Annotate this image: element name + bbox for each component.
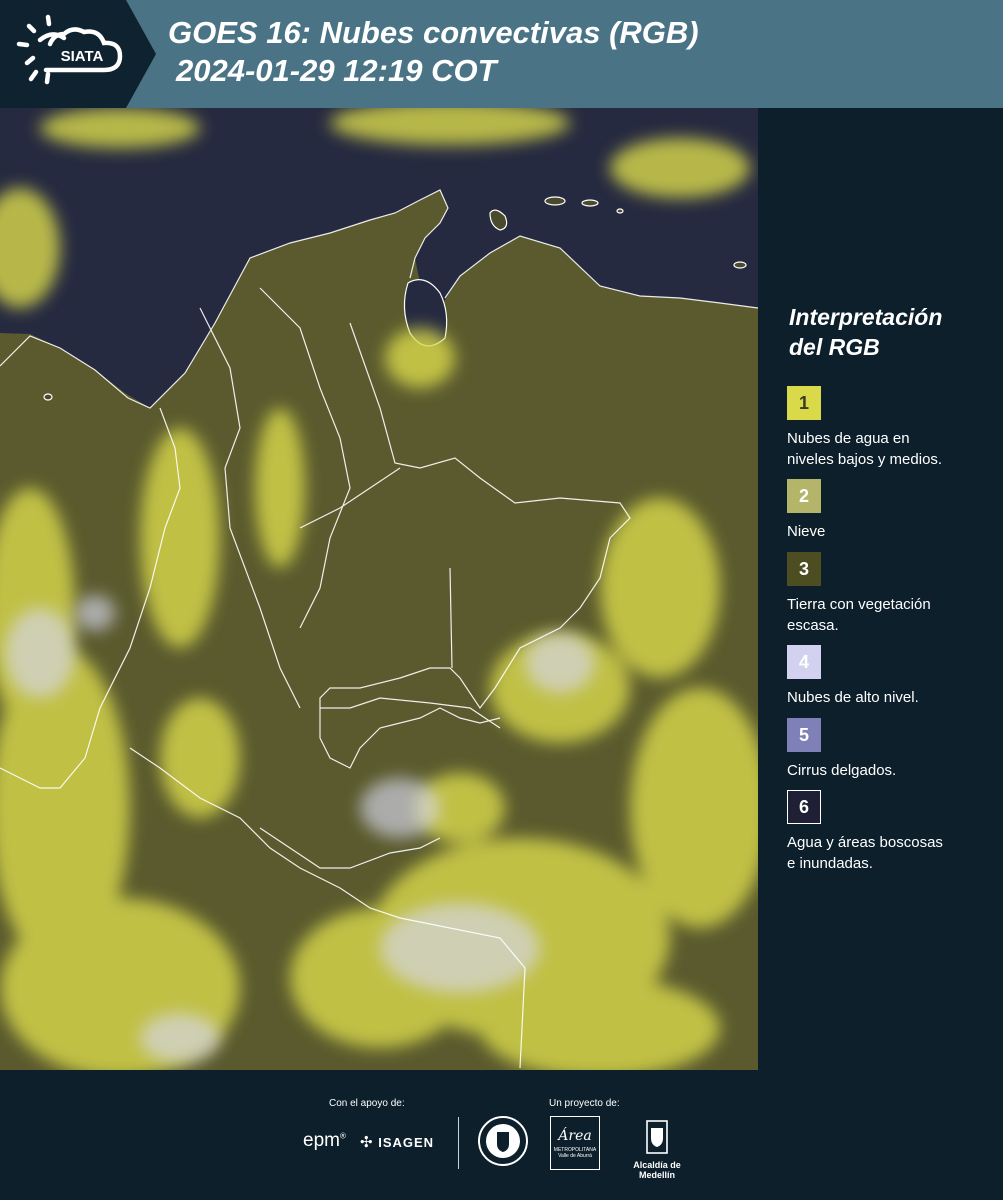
epm-logo-text: epm [303,1130,340,1151]
legend-swatch: 4 [787,645,821,679]
legend-number: 6 [798,796,809,817]
legend-number: 2 [798,485,809,506]
legend-item-2: 2 Nieve [787,479,997,542]
satellite-image [0,108,758,1070]
isagen-logo-text: ISAGEN [378,1135,435,1150]
area-metropolitana-logo: Área METROPOLITANA Valle de Aburrá [550,1116,600,1170]
alcaldia-logo: Alcaldía de Medellín [614,1118,700,1180]
legend-item-4: 4 Nubes de alto nivel. [787,645,997,708]
isagen-mark-icon: ✣ [360,1134,374,1151]
page-title: GOES 16: Nubes convectivas (RGB) 2024-01… [168,14,699,90]
legend-number: 4 [798,651,809,672]
legend-swatch: 2 [787,479,821,513]
satellite-map [0,108,758,1070]
legend-item-3: 3 Tierra con vegetación escasa. [787,552,997,636]
title-line-1: GOES 16: Nubes convectivas (RGB) [168,15,699,50]
legend-label: Nieve [787,521,997,542]
legend-title: Interpretación del RGB [789,302,942,362]
legend-swatch: 5 [787,718,821,752]
legend-number: 3 [798,558,809,579]
legend-swatch: 3 [787,552,821,586]
legend-label: Nubes de alto nivel. [787,687,997,708]
legend-label: Agua y áreas boscosas e inundadas. [787,832,997,874]
epm-logo: epm® [303,1130,346,1151]
legend-number: 1 [798,392,809,413]
logo-text: SIATA [61,48,104,65]
title-timestamp: 2024-01-29 12:19 COT [176,53,497,88]
legend-label-line: Cirrus delgados. [787,762,897,779]
legend-label-line: e inundadas. [787,855,873,872]
legend-item-1: 1 Nubes de agua en niveles bajos y medio… [787,386,997,470]
legend-title-line-2: del RGB [789,334,880,360]
footer: Con el apoyo de: Un proyecto de: epm® ✣ … [0,1070,1003,1200]
legend-swatch: 6 [787,790,821,824]
legend-item-5: 5 Cirrus delgados. [787,718,997,781]
legend-label: Nubes de agua en niveles bajos y medios. [787,428,997,470]
legend-swatch: 1 [787,386,821,420]
alcaldia-logo-text: Alcaldía de Medellín [633,1160,681,1180]
legend-label: Tierra con vegetación escasa. [787,594,997,636]
legend-label-line: Agua y áreas boscosas [787,834,943,851]
rgb-legend: Interpretación del RGB 1 Nubes de agua e… [760,108,1003,1070]
legend-label-line: Nieve [787,523,826,540]
footer-divider [458,1117,459,1169]
siata-logo: SIATA [0,0,156,108]
header-bar: SIATA GOES 16: Nubes convectivas (RGB) 2… [0,0,1003,108]
area-logo-sub2: Valle de Aburrá [558,1153,592,1159]
legend-label-line: Nubes de agua en [787,430,910,447]
legend-label-line: Nubes de alto nivel. [787,689,919,706]
legend-label-line: niveles bajos y medios. [787,451,943,468]
legend-title-line-1: Interpretación [789,304,943,330]
medellin-seal-icon [478,1116,528,1166]
legend-number: 5 [798,724,809,745]
legend-label: Cirrus delgados. [787,760,997,781]
isagen-logo: ✣ ISAGEN [360,1133,434,1151]
alcaldia-crest-icon [646,1120,668,1154]
area-logo-word: Área [558,1128,592,1144]
support-label: Con el apoyo de: [329,1098,405,1109]
project-label: Un proyecto de: [549,1098,620,1109]
legend-label-line: escasa. [787,617,839,634]
legend-label-line: Tierra con vegetación [787,596,931,613]
legend-item-6: 6 Agua y áreas boscosas e inundadas. [787,790,997,874]
